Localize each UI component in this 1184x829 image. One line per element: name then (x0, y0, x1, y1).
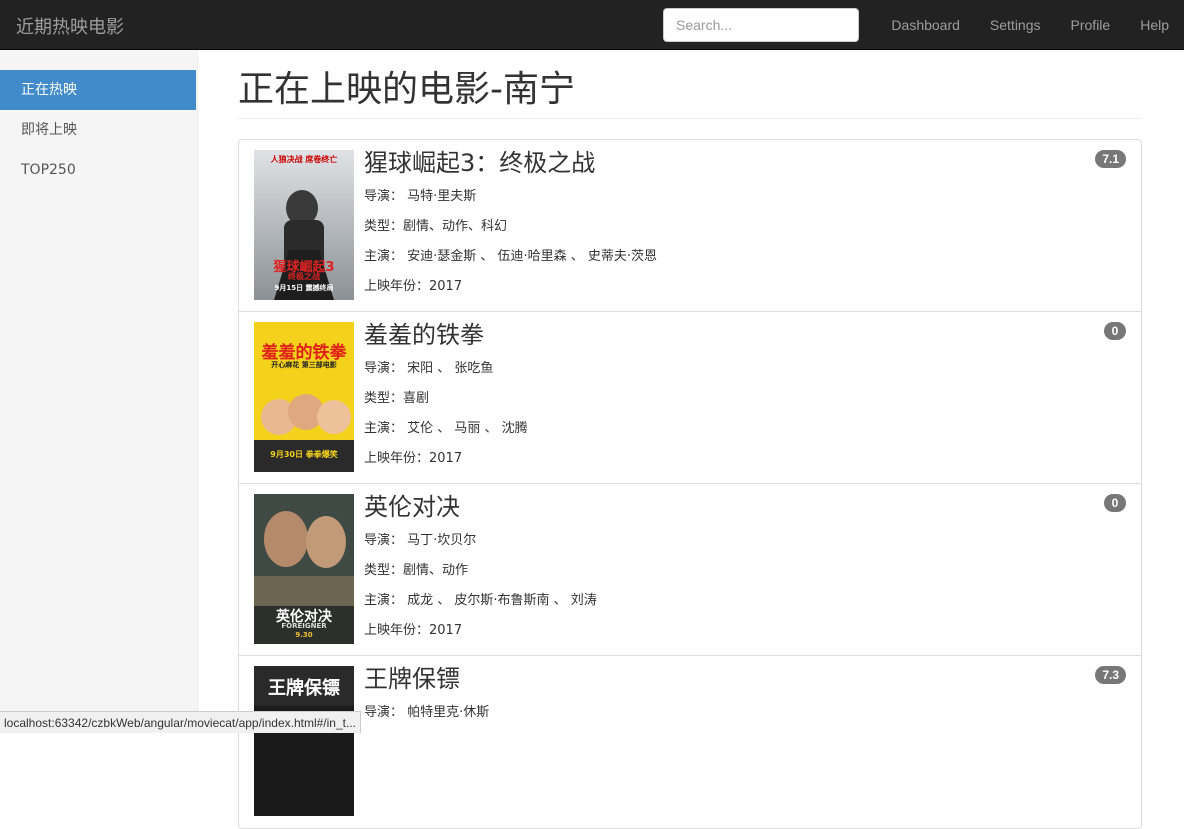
main-content: 正在上映的电影-南宁 人狼决战 席卷终亡 猩球崛起3 终极之战 9月15日 震撼… (238, 50, 1142, 829)
nav-link-profile[interactable]: Profile (1056, 0, 1126, 50)
sidebar-item-label: 正在热映 (21, 82, 77, 98)
movie-poster[interactable]: 羞羞的铁拳 开心麻花 第三部电影 9月30日 拳拳爆笑 (254, 322, 354, 472)
sidebar-item-top250[interactable]: TOP250 (0, 150, 196, 190)
poster-date: 9.30 (254, 631, 354, 639)
movie-year: 上映年份：2017 (364, 444, 528, 474)
movie-poster[interactable]: 人狼决战 席卷终亡 猩球崛起3 终极之战 9月15日 震撼终局 (254, 150, 354, 300)
movie-poster[interactable]: 英伦对决 FOREIGNER 9.30 (254, 494, 354, 644)
movie-genre: 类型：剧情、动作 (364, 556, 597, 586)
search-input[interactable] (663, 8, 859, 42)
sidebar-item-label: TOP250 (21, 162, 76, 178)
poster-date: 9月30日 拳拳爆笑 (254, 449, 354, 460)
poster-tagline: 人狼决战 席卷终亡 (254, 154, 354, 165)
top-navbar: 近期热映电影 Dashboard Settings Profile Help (0, 0, 1184, 50)
movie-info: 猩球崛起3：终极之战 导演： 马特·里夫斯 类型：剧情、动作、科幻 主演： 安迪… (364, 148, 657, 302)
sidebar-item-now-showing[interactable]: 正在热映 (0, 70, 196, 110)
movie-genre: 类型：剧情、动作、科幻 (364, 212, 657, 242)
brand-title[interactable]: 近期热映电影 (16, 13, 124, 39)
movie-title[interactable]: 羞羞的铁拳 (364, 320, 528, 350)
nav-links: Dashboard Settings Profile Help (876, 0, 1184, 50)
nav-link-help[interactable]: Help (1125, 0, 1184, 50)
sidebar-item-label: 即将上映 (21, 122, 77, 138)
movie-info: 羞羞的铁拳 导演： 宋阳 、 张吃鱼 类型：喜剧 主演： 艾伦 、 马丽 、 沈… (364, 320, 528, 474)
browser-status-url: localhost:63342/czbkWeb/angular/moviecat… (0, 711, 361, 733)
page-title: 正在上映的电影-南宁 (238, 70, 1142, 119)
poster-title: 王牌保镖 (254, 674, 354, 700)
movie-director: 导演： 马丁·坎贝尔 (364, 526, 597, 556)
movie-cast: 主演： 艾伦 、 马丽 、 沈腾 (364, 414, 528, 444)
poster-subtitle: FOREIGNER (254, 622, 354, 630)
rating-badge: 0 (1104, 494, 1126, 512)
movie-item[interactable]: 人狼决战 席卷终亡 猩球崛起3 终极之战 9月15日 震撼终局 猩球崛起3：终极… (239, 140, 1141, 312)
sidebar: 正在热映 即将上映 TOP250 (0, 50, 198, 733)
movie-info: 王牌保镖 导演： 帕特里克·休斯 (364, 664, 489, 728)
movie-year: 上映年份：2017 (364, 616, 597, 646)
movie-item[interactable]: 王牌保镖 王牌保镖 导演： 帕特里克·休斯 7.3 (239, 656, 1141, 828)
movie-director: 导演： 宋阳 、 张吃鱼 (364, 354, 528, 384)
movie-cast: 主演： 成龙 、 皮尔斯·布鲁斯南 、 刘涛 (364, 586, 597, 616)
movie-cast: 主演： 安迪·瑟金斯 、 伍迪·哈里森 、 史蒂夫·茨恩 (364, 242, 657, 272)
movie-item[interactable]: 羞羞的铁拳 开心麻花 第三部电影 9月30日 拳拳爆笑 羞羞的铁拳 导演： 宋阳… (239, 312, 1141, 484)
rating-badge: 7.1 (1095, 150, 1126, 168)
rating-badge: 7.3 (1095, 666, 1126, 684)
poster-date: 9月15日 震撼终局 (254, 283, 354, 293)
movie-director: 导演： 马特·里夫斯 (364, 182, 657, 212)
movie-title[interactable]: 猩球崛起3：终极之战 (364, 148, 657, 178)
movie-list: 人狼决战 席卷终亡 猩球崛起3 终极之战 9月15日 震撼终局 猩球崛起3：终极… (238, 139, 1142, 829)
movie-director: 导演： 帕特里克·休斯 (364, 698, 489, 728)
poster-subtitle: 终极之战 (254, 271, 354, 282)
nav-link-dashboard[interactable]: Dashboard (876, 0, 975, 50)
movie-title[interactable]: 王牌保镖 (364, 664, 489, 694)
movie-year: 上映年份：2017 (364, 272, 657, 302)
movie-genre: 类型：喜剧 (364, 384, 528, 414)
movie-title[interactable]: 英伦对决 (364, 492, 597, 522)
sidebar-item-coming-soon[interactable]: 即将上映 (0, 110, 196, 150)
movie-info: 英伦对决 导演： 马丁·坎贝尔 类型：剧情、动作 主演： 成龙 、 皮尔斯·布鲁… (364, 492, 597, 646)
movie-poster[interactable]: 王牌保镖 (254, 666, 354, 816)
rating-badge: 0 (1104, 322, 1126, 340)
nav-link-settings[interactable]: Settings (975, 0, 1056, 50)
poster-subtitle: 开心麻花 第三部电影 (254, 360, 354, 370)
movie-item[interactable]: 英伦对决 FOREIGNER 9.30 英伦对决 导演： 马丁·坎贝尔 类型：剧… (239, 484, 1141, 656)
